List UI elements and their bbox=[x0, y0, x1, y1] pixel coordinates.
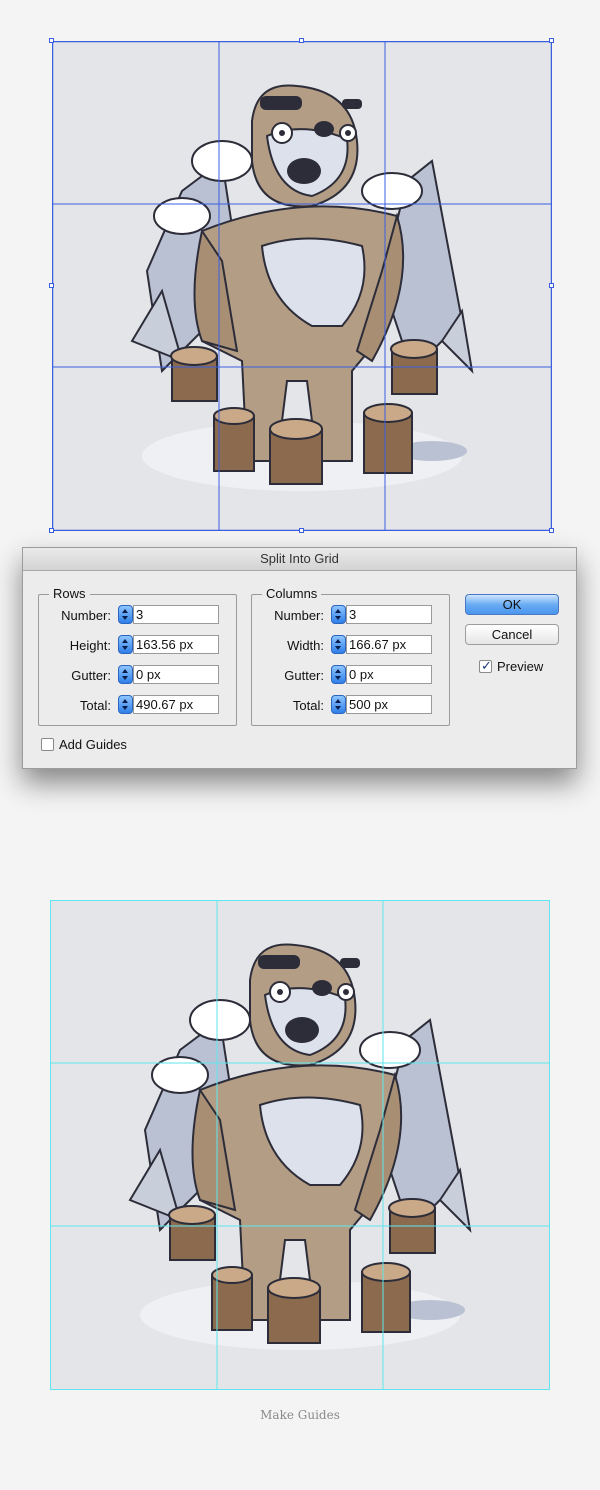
rows-total-field[interactable]: 490.67 px bbox=[133, 695, 219, 714]
rows-gutter-stepper[interactable] bbox=[118, 665, 133, 684]
artboard-bottom bbox=[50, 900, 550, 1390]
rows-number-field[interactable]: 3 bbox=[133, 605, 219, 624]
selection-handle-middle-left[interactable] bbox=[49, 283, 54, 288]
selection-handle-middle-right[interactable] bbox=[549, 283, 554, 288]
selection-handle-bottom-left[interactable] bbox=[49, 528, 54, 533]
columns-legend: Columns bbox=[262, 586, 322, 601]
columns-number-field[interactable]: 3 bbox=[346, 605, 432, 624]
rows-total-label: Total: bbox=[79, 698, 111, 713]
columns-total-stepper[interactable] bbox=[331, 695, 346, 714]
columns-gutter-stepper[interactable] bbox=[331, 665, 346, 684]
artboard-top bbox=[52, 41, 552, 531]
columns-number-stepper[interactable] bbox=[331, 605, 346, 624]
rows-gutter-label: Gutter: bbox=[71, 668, 111, 683]
checkmark-icon: ✓ bbox=[481, 658, 492, 673]
columns-group: Columns Number: 3 Width: 166.67 px Gutte… bbox=[251, 586, 450, 726]
rows-height-label: Height: bbox=[69, 638, 111, 653]
columns-width-field[interactable]: 166.67 px bbox=[346, 635, 432, 654]
split-into-grid-dialog: Split Into Grid Rows Number: 3 Height: 1… bbox=[22, 547, 577, 769]
selection-handle-bottom-center[interactable] bbox=[299, 528, 304, 533]
columns-gutter-field[interactable]: 0 px bbox=[346, 665, 432, 684]
selection-handle-top-right[interactable] bbox=[549, 38, 554, 43]
rows-legend: Rows bbox=[49, 586, 90, 601]
ok-button[interactable]: OK bbox=[465, 594, 559, 615]
add-guides-label[interactable]: Add Guides bbox=[59, 737, 127, 752]
rows-total-stepper[interactable] bbox=[118, 695, 133, 714]
caption: Make Guides bbox=[260, 1408, 340, 1422]
columns-total-field[interactable]: 500 px bbox=[346, 695, 432, 714]
columns-number-label: Number: bbox=[274, 608, 324, 623]
yeti-illustration-guides bbox=[128, 943, 472, 1350]
rows-height-stepper[interactable] bbox=[118, 635, 133, 654]
rows-number-label: Number: bbox=[61, 608, 111, 623]
rows-gutter-field[interactable]: 0 px bbox=[133, 665, 219, 684]
cancel-button[interactable]: Cancel bbox=[465, 624, 559, 645]
rows-group: Rows Number: 3 Height: 163.56 px Gutter:… bbox=[38, 586, 237, 726]
rows-height-field[interactable]: 163.56 px bbox=[133, 635, 219, 654]
dialog-title: Split Into Grid bbox=[23, 548, 576, 571]
columns-total-label: Total: bbox=[292, 698, 324, 713]
columns-gutter-label: Gutter: bbox=[284, 668, 324, 683]
selection-handle-top-center[interactable] bbox=[299, 38, 304, 43]
yeti-illustration bbox=[130, 84, 474, 491]
preview-checkbox[interactable]: ✓ bbox=[479, 658, 492, 673]
columns-width-label: Width: bbox=[287, 638, 324, 653]
selection-handle-bottom-right[interactable] bbox=[549, 528, 554, 533]
add-guides-checkbox[interactable] bbox=[41, 738, 54, 751]
preview-label[interactable]: Preview bbox=[497, 659, 543, 674]
columns-width-stepper[interactable] bbox=[331, 635, 346, 654]
selection-handle-top-left[interactable] bbox=[49, 38, 54, 43]
rows-number-stepper[interactable] bbox=[118, 605, 133, 624]
